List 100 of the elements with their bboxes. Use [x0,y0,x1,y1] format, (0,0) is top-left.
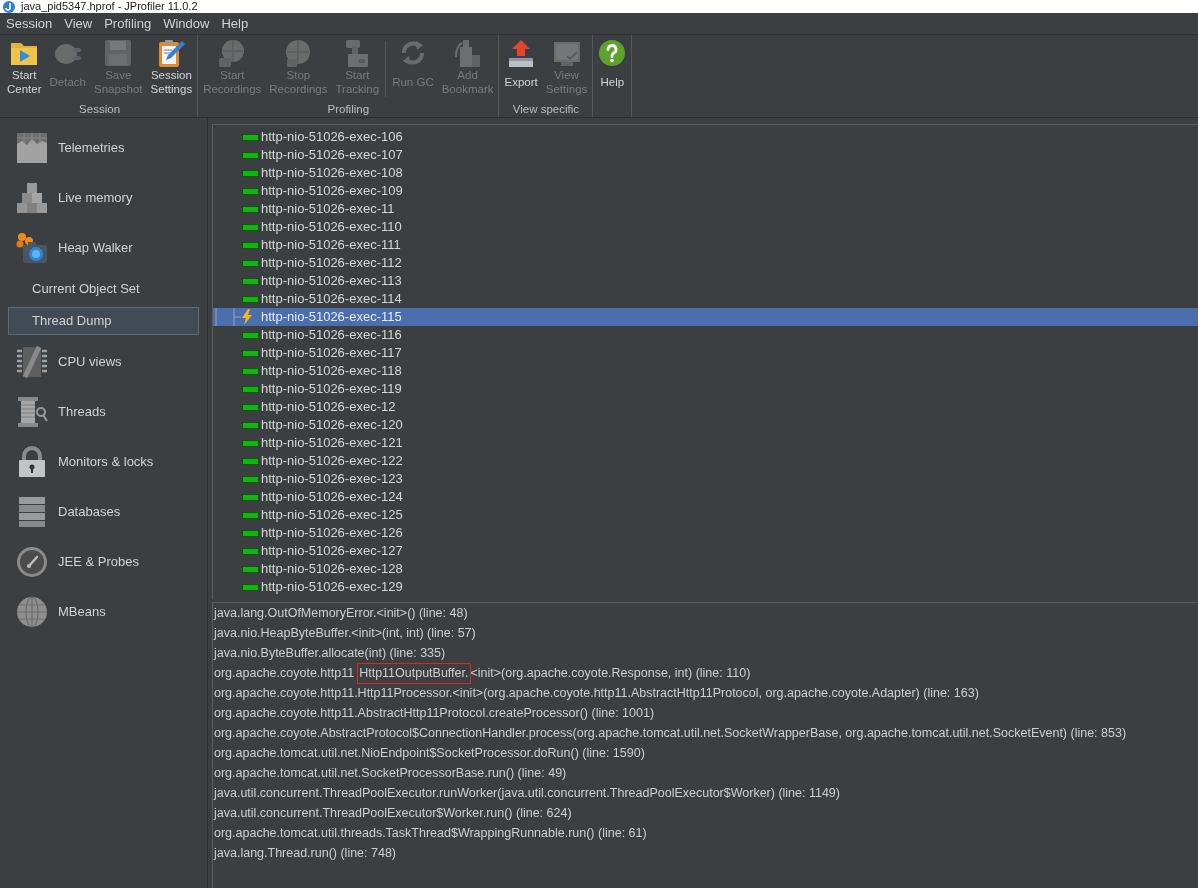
state-bar-icon [242,529,259,537]
thread-row[interactable]: http-nio-51026-exec-11 [213,200,1198,218]
stack-frame-text: java.util.concurrent.ThreadPoolExecutor.runWorker(java.util.concurrent.ThreadPoolExecutor$Worker) (line: 1149) [214,784,840,802]
stack-frame-text: java.lang.Thread.run() (line: 748) [214,844,397,862]
state-bar-icon [242,187,259,195]
window-title: java_pid5347.hprof - JProfiler 11.0.2 [21,0,198,13]
menu-item[interactable]: View [59,13,98,34]
thread-row[interactable]: http-nio-51026-exec-113 [213,272,1198,290]
state-bar-icon [242,223,259,231]
thread-row[interactable]: http-nio-51026-exec-109 [213,182,1198,200]
stack-frame-text: java.lang.OutOfMemoryError.<init>() (line: 48) [214,604,468,622]
highlighted-class-name: Http11OutputBuffer. [357,662,471,684]
thread-row[interactable]: http-nio-51026-exec-112 [213,254,1198,272]
thread-row[interactable]: http-nio-51026-exec-123 [213,470,1198,488]
clipboard-pencil-icon [157,39,186,67]
state-bar-icon [242,439,259,447]
database-icon [16,496,48,528]
thread-row[interactable]: http-nio-51026-exec-120 [213,416,1198,434]
state-bar-icon [242,403,259,411]
thread-row[interactable]: http-nio-51026-exec-126 [213,524,1198,542]
thread-row[interactable]: http-nio-51026-exec-110 [213,218,1198,236]
stack-frame-text: org.apache.tomcat.util.net.SocketProcessorBase.run() (line: 49) [214,764,567,782]
thread-row[interactable]: http-nio-51026-exec-114 [213,290,1198,308]
stack-frame-text: java.nio.HeapByteBuffer.<init>(int, int) (line: 57) [214,624,476,642]
state-bar-icon [242,295,259,303]
sidebar-item[interactable]: Telemetries [0,123,207,173]
state-bar-icon [242,349,259,357]
state-bar-icon [242,547,259,555]
bottle-icon [453,39,482,67]
toolbar-button[interactable]: Session Settings [146,39,197,99]
menu-item[interactable]: Session [1,13,58,34]
sidebar-subitem[interactable]: Current Object Set [8,273,199,305]
stack-frame-text: <init>(org.apache.coyote.Response, int) (line: 110) [470,664,751,682]
state-bar-icon [242,205,259,213]
thread-row[interactable]: http-nio-51026-exec-12 [213,398,1198,416]
sidebar-item[interactable]: CPU views [0,337,207,387]
state-bar-icon [242,421,259,429]
state-bar-icon [242,331,259,339]
sidebar-item[interactable]: Threads [0,387,207,437]
state-bar-icon [242,511,259,519]
menu-item[interactable]: Help [216,13,254,34]
menu-item[interactable]: Window [158,13,215,34]
toolbar-button[interactable]: Export [500,39,542,99]
stack-frame-text: org.apache.coyote.http11.AbstractHttp11Protocol.createProcessor() (line: 1001) [214,704,655,722]
lightning-icon [242,309,252,325]
spool-icon [16,396,48,428]
stack-frame-text: org.apache.coyote.http11.Http11Processor.<init>(org.apache.coyote.http11.AbstractHttp11Protocol, org.apache.coyote.Adapter) (line: 163) [214,684,979,702]
stack-frame-text: java.nio.ByteBuffer.allocate(int) (line: 335) [214,644,446,662]
thread-row[interactable]: http-nio-51026-exec-119 [213,380,1198,398]
thread-row[interactable]: http-nio-51026-exec-125 [213,506,1198,524]
state-bar-icon [242,475,259,483]
toolbar-group-label: Session [79,102,121,116]
sidebar-item[interactable]: Databases [0,487,207,537]
state-bar-icon [242,169,259,177]
toolbar-group-label: View specific [512,102,579,116]
stack-frame-text: org.apache.tomcat.util.net.NioEndpoint$SocketProcessor.doRun() (line: 1590) [214,744,645,762]
thread-row[interactable]: http-nio-51026-exec-122 [213,452,1198,470]
state-bar-icon [242,565,259,573]
globe-stand-icon [218,39,247,67]
thread-row[interactable]: http-nio-51026-exec-107 [213,146,1198,164]
state-bar-icon [242,385,259,393]
globe-stand-icon [284,39,313,67]
stack-frame-text: org.apache.coyote.AbstractProtocol$ConnectionHandler.process(org.apache.tomcat.util.net.SocketWrapperBase, org.apache.tomcat.util.net.SocketEvent) (line: 853) [214,724,1127,742]
stack-frame-text: org.apache.tomcat.util.threads.TaskThread$WrappingRunnable.run() (line: 61) [214,824,647,842]
thread-row[interactable]: http-nio-51026-exec-124 [213,488,1198,506]
toolbar-button[interactable]: Start Center [3,39,46,99]
state-bar-icon [242,241,259,249]
menu-item[interactable]: Profiling [99,13,157,34]
sidebar-subitem[interactable]: Thread Dump [8,307,199,335]
sidebar-item[interactable]: Live memory [0,173,207,223]
sidebar-item[interactable]: Monitors & locks [0,437,207,487]
state-bar-icon [242,151,259,159]
globe-icon [16,596,48,628]
thread-row[interactable]: http-nio-51026-exec-106 [213,128,1198,146]
thread-row[interactable]: http-nio-51026-exec-128 [213,560,1198,578]
upload-arrow-icon [507,39,536,67]
state-bar-icon [242,259,259,267]
thread-row[interactable]: http-nio-51026-exec-127 [213,542,1198,560]
state-bar-icon [242,277,259,285]
thread-row[interactable]: http-nio-51026-exec-117 [213,344,1198,362]
state-bar-icon [242,133,259,141]
thread-row[interactable]: http-nio-51026-exec-116 [213,326,1198,344]
toolbar-button[interactable]: Help [594,39,631,99]
thread-row[interactable]: http-nio-51026-exec-111 [213,236,1198,254]
help-icon [598,39,627,67]
thread-row[interactable]: http-nio-51026-exec-129 [213,578,1198,596]
thread-row[interactable]: http-nio-51026-exec-121 [213,434,1198,452]
sidebar-item[interactable]: Heap Walker [0,223,207,273]
sidebar-item[interactable]: JEE & Probes [0,537,207,587]
state-bar-icon [242,493,259,501]
thread-row[interactable]: http-nio-51026-exec-118 [213,362,1198,380]
tree-connector-icon [215,308,241,326]
chart-tile-icon [16,132,48,164]
padlock-icon [16,446,48,478]
stack-frame-text: org.apache.coyote.http11 [214,664,355,682]
thread-row[interactable]: http-nio-51026-exec-108 [213,164,1198,182]
chip-icon [16,346,48,378]
thread-row[interactable]: http-nio-51026-exec-115 [213,308,1198,326]
sidebar-item[interactable]: MBeans [0,587,207,637]
monitor-check-icon [552,39,581,67]
